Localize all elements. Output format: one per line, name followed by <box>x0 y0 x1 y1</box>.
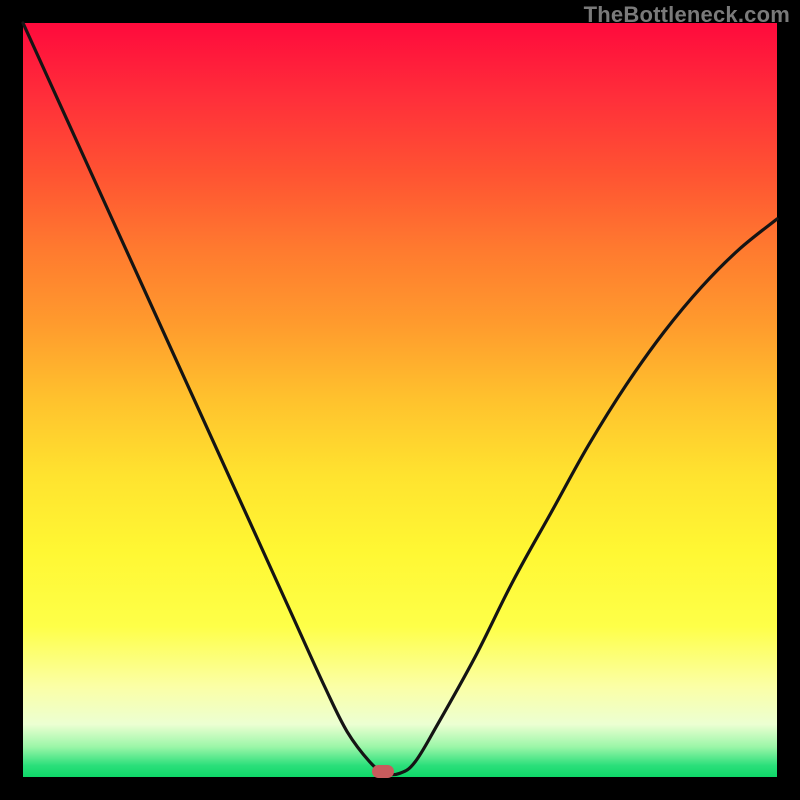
optimum-marker <box>372 765 394 778</box>
plot-area <box>23 23 777 777</box>
bottleneck-curve <box>23 23 777 777</box>
curve-path <box>23 23 777 775</box>
